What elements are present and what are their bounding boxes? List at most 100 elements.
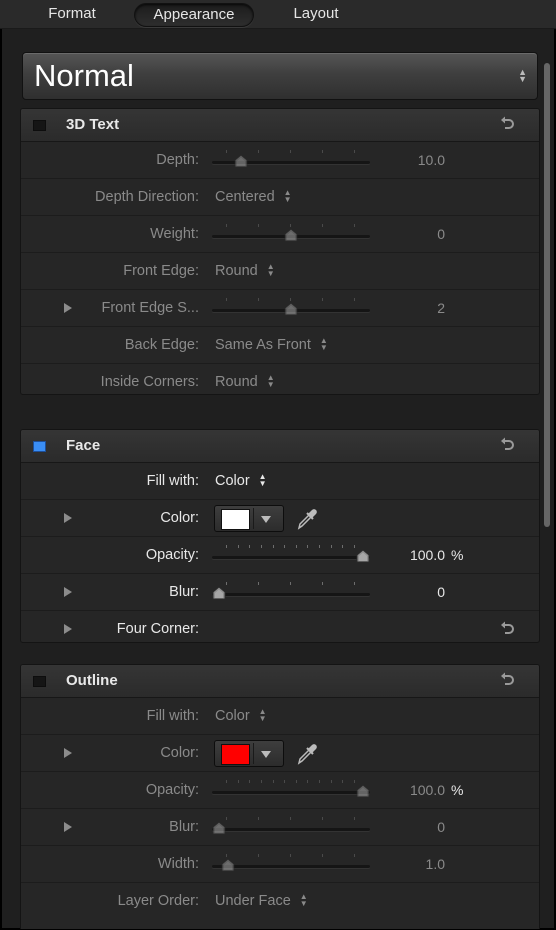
param-value[interactable]: 1.0 <box>426 846 445 882</box>
enable-checkbox[interactable] <box>33 676 46 687</box>
up-down-arrows-icon: ▲ ▼ <box>319 336 328 353</box>
slider-thumb[interactable] <box>356 549 370 563</box>
reset-icon[interactable] <box>499 116 515 132</box>
chevron-down-icon <box>261 516 271 523</box>
tab-bar: Format Appearance Layout <box>0 0 556 29</box>
group-outline: Outline Fill with: Color ▲ ▼ Color: Opacity: 10… <box>20 664 540 929</box>
slider-tick <box>249 780 251 783</box>
color-well[interactable] <box>214 740 284 767</box>
group-title: 3D Text <box>66 116 120 133</box>
slider-tick <box>272 780 274 783</box>
param-popup[interactable]: Centered ▲ ▼ <box>215 179 292 215</box>
slider-thumb[interactable] <box>212 821 226 835</box>
param-unit: % <box>451 547 464 563</box>
param-label: Fill with: <box>146 473 199 489</box>
param-label: Blur: <box>169 584 199 600</box>
slider-thumb[interactable] <box>234 154 248 168</box>
slider-tick <box>226 224 227 227</box>
tab-appearance[interactable]: Appearance <box>134 3 254 27</box>
param-popup[interactable]: Under Face ▲ ▼ <box>215 883 308 919</box>
slider-thumb[interactable] <box>284 228 298 242</box>
eyedropper-icon[interactable] <box>296 506 318 530</box>
slider-thumb[interactable] <box>356 784 370 798</box>
disclosure-triangle-icon[interactable] <box>64 748 72 758</box>
slider-tick <box>260 780 262 783</box>
style-preset-popup[interactable]: Normal ▲ ▼ <box>22 52 538 100</box>
param-value[interactable]: 10.0 <box>418 142 445 178</box>
disclosure-triangle-icon[interactable] <box>64 624 72 634</box>
slider-tick <box>354 582 355 585</box>
up-down-arrows-icon: ▲ ▼ <box>518 67 527 84</box>
slider-tick <box>354 780 355 783</box>
reset-icon[interactable] <box>499 621 515 637</box>
group-header[interactable]: Outline <box>21 665 539 698</box>
slider-thumb[interactable] <box>212 586 226 600</box>
reset-icon[interactable] <box>499 672 515 688</box>
disclosure-triangle-icon[interactable] <box>64 587 72 597</box>
group-header[interactable]: 3D Text <box>21 109 539 142</box>
color-well[interactable] <box>214 505 284 532</box>
param-value[interactable]: 2 <box>437 290 445 326</box>
param-label: Color: <box>160 745 199 761</box>
param-row-back-edge: Back Edge: Same As Front ▲ ▼ <box>21 327 539 364</box>
vertical-scrollbar[interactable] <box>544 63 550 527</box>
slider-track[interactable] <box>212 828 370 831</box>
slider-tick <box>226 150 227 153</box>
param-row-weight: Weight: 0 <box>21 216 539 253</box>
enable-checkbox[interactable] <box>33 441 46 452</box>
group-header[interactable]: Face <box>21 430 539 463</box>
popup-value: Color <box>215 473 250 489</box>
slider-thumb[interactable] <box>221 858 235 872</box>
param-label: Front Edge S... <box>101 300 199 316</box>
up-down-arrows-icon: ▲ ▼ <box>266 373 275 390</box>
slider-tick <box>258 150 259 153</box>
slider-tick <box>258 854 259 857</box>
param-label: Front Edge: <box>123 263 199 279</box>
up-down-arrows-icon: ▲ ▼ <box>258 472 267 489</box>
param-row-fill-with: Fill with: Color ▲ ▼ <box>21 698 539 735</box>
param-row-inside-corners: Inside Corners: Round ▲ ▼ <box>21 364 539 394</box>
param-row-width: Width: 1.0 <box>21 846 539 883</box>
slider-tick <box>284 780 286 783</box>
slider-track[interactable] <box>212 556 370 559</box>
slider-tick <box>322 298 323 301</box>
param-popup[interactable]: Color ▲ ▼ <box>215 698 267 734</box>
param-popup[interactable]: Round ▲ ▼ <box>215 364 275 394</box>
slider-tick <box>237 780 239 783</box>
slider-tick <box>290 150 291 153</box>
tab-format[interactable]: Format <box>24 3 120 25</box>
slider-tick <box>354 817 355 820</box>
slider-track[interactable] <box>212 593 370 596</box>
disclosure-triangle-icon[interactable] <box>64 822 72 832</box>
param-value[interactable]: 0 <box>437 216 445 252</box>
enable-checkbox[interactable] <box>33 120 46 131</box>
param-row-blur: Blur: 0 <box>21 809 539 846</box>
param-value[interactable]: 100.0 <box>410 772 445 808</box>
reset-icon[interactable] <box>499 437 515 453</box>
param-value[interactable]: 0 <box>437 574 445 610</box>
slider-track[interactable] <box>212 791 370 794</box>
slider-thumb[interactable] <box>284 302 298 316</box>
slider-tick <box>354 298 355 301</box>
disclosure-triangle-icon[interactable] <box>64 513 72 523</box>
param-popup[interactable]: Color ▲ ▼ <box>215 463 267 499</box>
param-label: Blur: <box>169 819 199 835</box>
chevron-down-icon <box>261 751 271 758</box>
slider-tick <box>258 224 259 227</box>
slider-tick <box>307 545 309 548</box>
popup-value: Under Face <box>215 893 291 909</box>
param-popup[interactable]: Round ▲ ▼ <box>215 253 275 289</box>
slider-tick <box>330 545 332 548</box>
eyedropper-icon[interactable] <box>296 741 318 765</box>
param-label: Color: <box>160 510 199 526</box>
slider-tick <box>322 224 323 227</box>
param-value[interactable]: 100.0 <box>410 537 445 573</box>
disclosure-triangle-icon[interactable] <box>64 303 72 313</box>
slider-track[interactable] <box>212 865 370 868</box>
slider-tick <box>354 224 355 227</box>
param-value[interactable]: 0 <box>437 809 445 845</box>
slider-tick <box>295 545 297 548</box>
param-popup[interactable]: Same As Front ▲ ▼ <box>215 327 328 363</box>
popup-value: Centered <box>215 189 275 205</box>
tab-layout[interactable]: Layout <box>270 3 362 25</box>
